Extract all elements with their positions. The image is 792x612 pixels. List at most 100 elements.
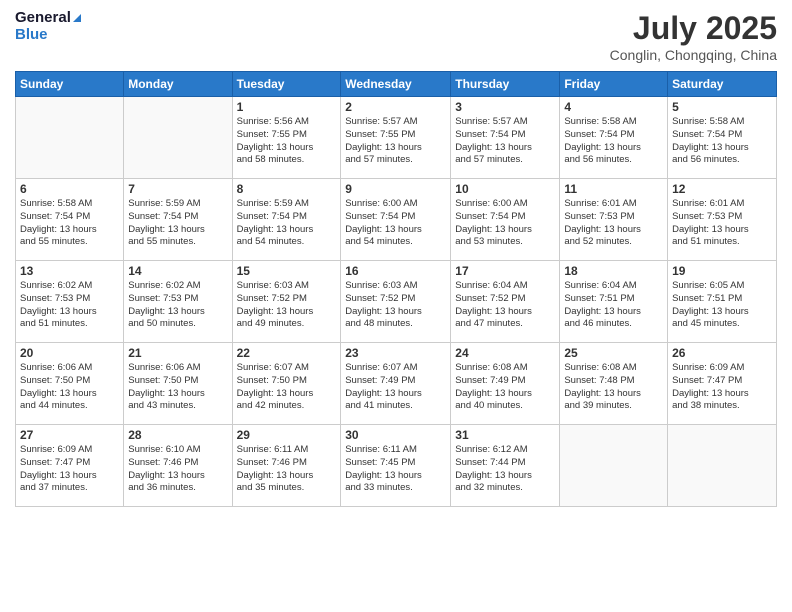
- day-number: 26: [672, 346, 772, 360]
- calendar-table: SundayMondayTuesdayWednesdayThursdayFrid…: [15, 71, 777, 507]
- day-info: Sunrise: 6:02 AM Sunset: 7:53 PM Dayligh…: [20, 280, 119, 331]
- calendar-cell: 25 Sunrise: 6:08 AM Sunset: 7:48 PM Dayli…: [560, 343, 668, 425]
- day-number: 31: [455, 428, 555, 442]
- calendar-cell: 18Sunrise: 6:04 AM Sunset: 7:51 PM Dayli…: [560, 261, 668, 343]
- calendar-cell: 27 Sunrise: 6:09 AM Sunset: 7:47 PM Dayli…: [16, 425, 124, 507]
- day-info: Sunrise: 6:09 AM Sunset: 7:47 PM Dayligh…: [20, 444, 119, 495]
- day-number: 2: [345, 100, 446, 114]
- day-info: Sunrise: 6:10 AM Sunset: 7:46 PM Dayligh…: [128, 444, 227, 495]
- day-info: Sunrise: 6:07 AM Sunset: 7:49 PM Dayligh…: [345, 362, 446, 413]
- day-info: Sunrise: 6:09 AM Sunset: 7:47 PM Dayligh…: [672, 362, 772, 413]
- calendar-cell: 26 Sunrise: 6:09 AM Sunset: 7:47 PM Dayli…: [668, 343, 777, 425]
- day-number: 22: [237, 346, 337, 360]
- day-number: 30: [345, 428, 446, 442]
- day-info: Sunrise: 6:01 AM Sunset: 7:53 PM Dayligh…: [564, 198, 663, 249]
- day-info: Sunrise: 6:08 AM Sunset: 7:48 PM Dayligh…: [564, 362, 663, 413]
- day-info: Sunrise: 6:06 AM Sunset: 7:50 PM Dayligh…: [20, 362, 119, 413]
- calendar-body: 1 Sunrise: 5:56 AM Sunset: 7:55 PM Daylig…: [16, 97, 777, 507]
- day-info: Sunrise: 5:58 AM Sunset: 7:54 PM Dayligh…: [20, 198, 119, 249]
- calendar-cell: 12Sunrise: 6:01 AM Sunset: 7:53 PM Dayli…: [668, 179, 777, 261]
- day-info: Sunrise: 5:59 AM Sunset: 7:54 PM Dayligh…: [128, 198, 227, 249]
- day-info: Sunrise: 6:11 AM Sunset: 7:46 PM Dayligh…: [237, 444, 337, 495]
- calendar-cell: [16, 97, 124, 179]
- day-info: Sunrise: 6:03 AM Sunset: 7:52 PM Dayligh…: [345, 280, 446, 331]
- day-number: 13: [20, 264, 119, 278]
- day-number: 8: [237, 182, 337, 196]
- weekday-header-tuesday: Tuesday: [232, 72, 341, 97]
- calendar-cell: 9 Sunrise: 6:00 AM Sunset: 7:54 PM Daylig…: [341, 179, 451, 261]
- calendar-cell: 8 Sunrise: 5:59 AM Sunset: 7:54 PM Daylig…: [232, 179, 341, 261]
- calendar-cell: [668, 425, 777, 507]
- calendar-cell: 11 Sunrise: 6:01 AM Sunset: 7:53 PM Dayli…: [560, 179, 668, 261]
- page: General Blue July 2025 Conglin, Chongqin…: [0, 0, 792, 612]
- header: General Blue July 2025 Conglin, Chongqin…: [15, 10, 777, 63]
- week-row-2: 6 Sunrise: 5:58 AM Sunset: 7:54 PM Daylig…: [16, 179, 777, 261]
- day-number: 4: [564, 100, 663, 114]
- day-number: 11: [564, 182, 663, 196]
- day-number: 3: [455, 100, 555, 114]
- weekday-header-saturday: Saturday: [668, 72, 777, 97]
- week-row-1: 1 Sunrise: 5:56 AM Sunset: 7:55 PM Daylig…: [16, 97, 777, 179]
- day-info: Sunrise: 6:11 AM Sunset: 7:45 PM Dayligh…: [345, 444, 446, 495]
- day-number: 9: [345, 182, 446, 196]
- week-row-5: 27 Sunrise: 6:09 AM Sunset: 7:47 PM Dayli…: [16, 425, 777, 507]
- day-number: 27: [20, 428, 119, 442]
- day-number: 16: [345, 264, 446, 278]
- calendar-cell: 24Sunrise: 6:08 AM Sunset: 7:49 PM Dayli…: [451, 343, 560, 425]
- calendar-cell: 5 Sunrise: 5:58 AM Sunset: 7:54 PM Daylig…: [668, 97, 777, 179]
- day-number: 17: [455, 264, 555, 278]
- calendar-cell: 28 Sunrise: 6:10 AM Sunset: 7:46 PM Dayli…: [124, 425, 232, 507]
- calendar-cell: 29Sunrise: 6:11 AM Sunset: 7:46 PM Dayli…: [232, 425, 341, 507]
- weekday-header-friday: Friday: [560, 72, 668, 97]
- calendar-cell: 4 Sunrise: 5:58 AM Sunset: 7:54 PM Daylig…: [560, 97, 668, 179]
- day-info: Sunrise: 6:04 AM Sunset: 7:51 PM Dayligh…: [564, 280, 663, 331]
- day-number: 24: [455, 346, 555, 360]
- calendar-cell: 10 Sunrise: 6:00 AM Sunset: 7:54 PM Dayli…: [451, 179, 560, 261]
- calendar-cell: 1 Sunrise: 5:56 AM Sunset: 7:55 PM Daylig…: [232, 97, 341, 179]
- day-info: Sunrise: 5:59 AM Sunset: 7:54 PM Dayligh…: [237, 198, 337, 249]
- day-info: Sunrise: 6:12 AM Sunset: 7:44 PM Dayligh…: [455, 444, 555, 495]
- day-number: 20: [20, 346, 119, 360]
- day-number: 10: [455, 182, 555, 196]
- calendar-cell: 16 Sunrise: 6:03 AM Sunset: 7:52 PM Dayli…: [341, 261, 451, 343]
- subtitle: Conglin, Chongqing, China: [610, 47, 777, 63]
- calendar-cell: 20 Sunrise: 6:06 AM Sunset: 7:50 PM Dayli…: [16, 343, 124, 425]
- day-number: 12: [672, 182, 772, 196]
- calendar-cell: 7Sunrise: 5:59 AM Sunset: 7:54 PM Daylig…: [124, 179, 232, 261]
- day-info: Sunrise: 6:00 AM Sunset: 7:54 PM Dayligh…: [345, 198, 446, 249]
- calendar-cell: 13 Sunrise: 6:02 AM Sunset: 7:53 PM Dayli…: [16, 261, 124, 343]
- week-row-4: 20 Sunrise: 6:06 AM Sunset: 7:50 PM Dayli…: [16, 343, 777, 425]
- day-number: 1: [237, 100, 337, 114]
- day-number: 28: [128, 428, 227, 442]
- day-number: 14: [128, 264, 227, 278]
- day-number: 21: [128, 346, 227, 360]
- day-number: 15: [237, 264, 337, 278]
- weekday-header-row: SundayMondayTuesdayWednesdayThursdayFrid…: [16, 72, 777, 97]
- day-info: Sunrise: 5:57 AM Sunset: 7:54 PM Dayligh…: [455, 116, 555, 167]
- week-row-3: 13 Sunrise: 6:02 AM Sunset: 7:53 PM Dayli…: [16, 261, 777, 343]
- day-info: Sunrise: 6:07 AM Sunset: 7:50 PM Dayligh…: [237, 362, 337, 413]
- title-block: July 2025 Conglin, Chongqing, China: [610, 10, 777, 63]
- day-number: 5: [672, 100, 772, 114]
- day-info: Sunrise: 5:58 AM Sunset: 7:54 PM Dayligh…: [672, 116, 772, 167]
- day-number: 19: [672, 264, 772, 278]
- weekday-header-monday: Monday: [124, 72, 232, 97]
- calendar-cell: 14Sunrise: 6:02 AM Sunset: 7:53 PM Dayli…: [124, 261, 232, 343]
- weekday-header-wednesday: Wednesday: [341, 72, 451, 97]
- calendar-cell: [124, 97, 232, 179]
- day-info: Sunrise: 5:58 AM Sunset: 7:54 PM Dayligh…: [564, 116, 663, 167]
- day-info: Sunrise: 5:57 AM Sunset: 7:55 PM Dayligh…: [345, 116, 446, 167]
- calendar-cell: 3 Sunrise: 5:57 AM Sunset: 7:54 PM Daylig…: [451, 97, 560, 179]
- day-number: 6: [20, 182, 119, 196]
- calendar-cell: 6 Sunrise: 5:58 AM Sunset: 7:54 PM Daylig…: [16, 179, 124, 261]
- day-info: Sunrise: 6:00 AM Sunset: 7:54 PM Dayligh…: [455, 198, 555, 249]
- day-info: Sunrise: 5:56 AM Sunset: 7:55 PM Dayligh…: [237, 116, 337, 167]
- day-number: 25: [564, 346, 663, 360]
- day-info: Sunrise: 6:06 AM Sunset: 7:50 PM Dayligh…: [128, 362, 227, 413]
- logo: General Blue: [15, 10, 81, 43]
- main-title: July 2025: [610, 10, 777, 47]
- day-number: 23: [345, 346, 446, 360]
- calendar-cell: 31 Sunrise: 6:12 AM Sunset: 7:44 PM Dayli…: [451, 425, 560, 507]
- calendar-cell: 17Sunrise: 6:04 AM Sunset: 7:52 PM Dayli…: [451, 261, 560, 343]
- calendar-cell: [560, 425, 668, 507]
